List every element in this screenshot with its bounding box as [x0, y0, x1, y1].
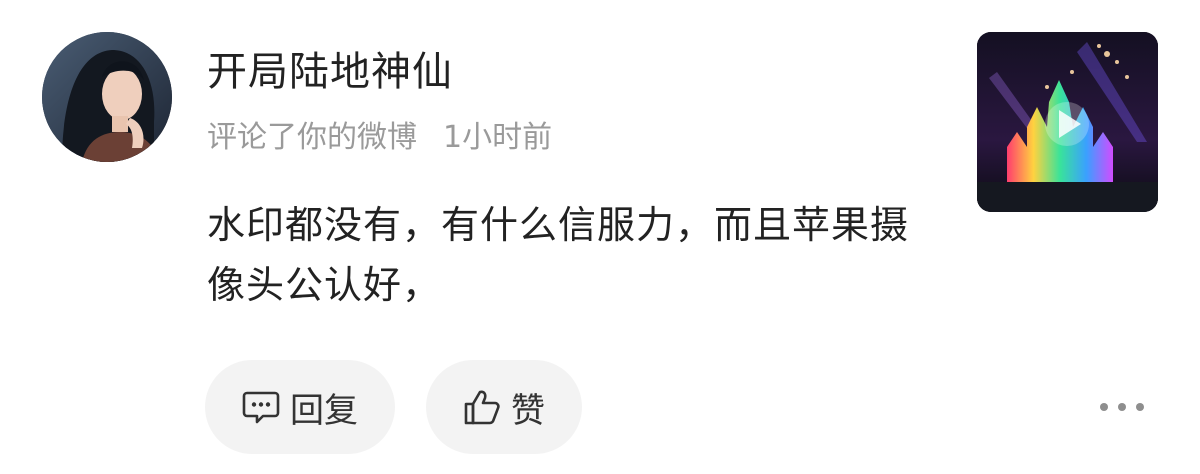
- comment-time: 1小时前: [443, 120, 553, 155]
- avatar-image: [42, 32, 172, 162]
- thumbnail-image: [977, 32, 1158, 212]
- comment-meta: 评论了你的微博 1小时前: [207, 116, 552, 160]
- comment-username[interactable]: 开局陆地神仙: [207, 44, 453, 100]
- more-dot: [1118, 403, 1126, 411]
- comment-icon: [242, 389, 280, 425]
- comment-text[interactable]: 水印都没有，有什么信服力，而且苹果摄像头公认好，: [207, 195, 947, 315]
- more-button[interactable]: [1100, 392, 1144, 422]
- more-dot: [1100, 403, 1108, 411]
- reply-button[interactable]: 回复: [205, 360, 395, 454]
- like-label: 赞: [511, 390, 545, 431]
- user-avatar[interactable]: [42, 32, 172, 162]
- reply-label: 回复: [290, 390, 358, 431]
- video-thumbnail[interactable]: [977, 32, 1158, 212]
- like-button[interactable]: 赞: [426, 360, 582, 454]
- thumbs-up-icon: [463, 388, 501, 426]
- more-dot: [1136, 403, 1144, 411]
- action-text: 评论了你的微博: [207, 120, 417, 155]
